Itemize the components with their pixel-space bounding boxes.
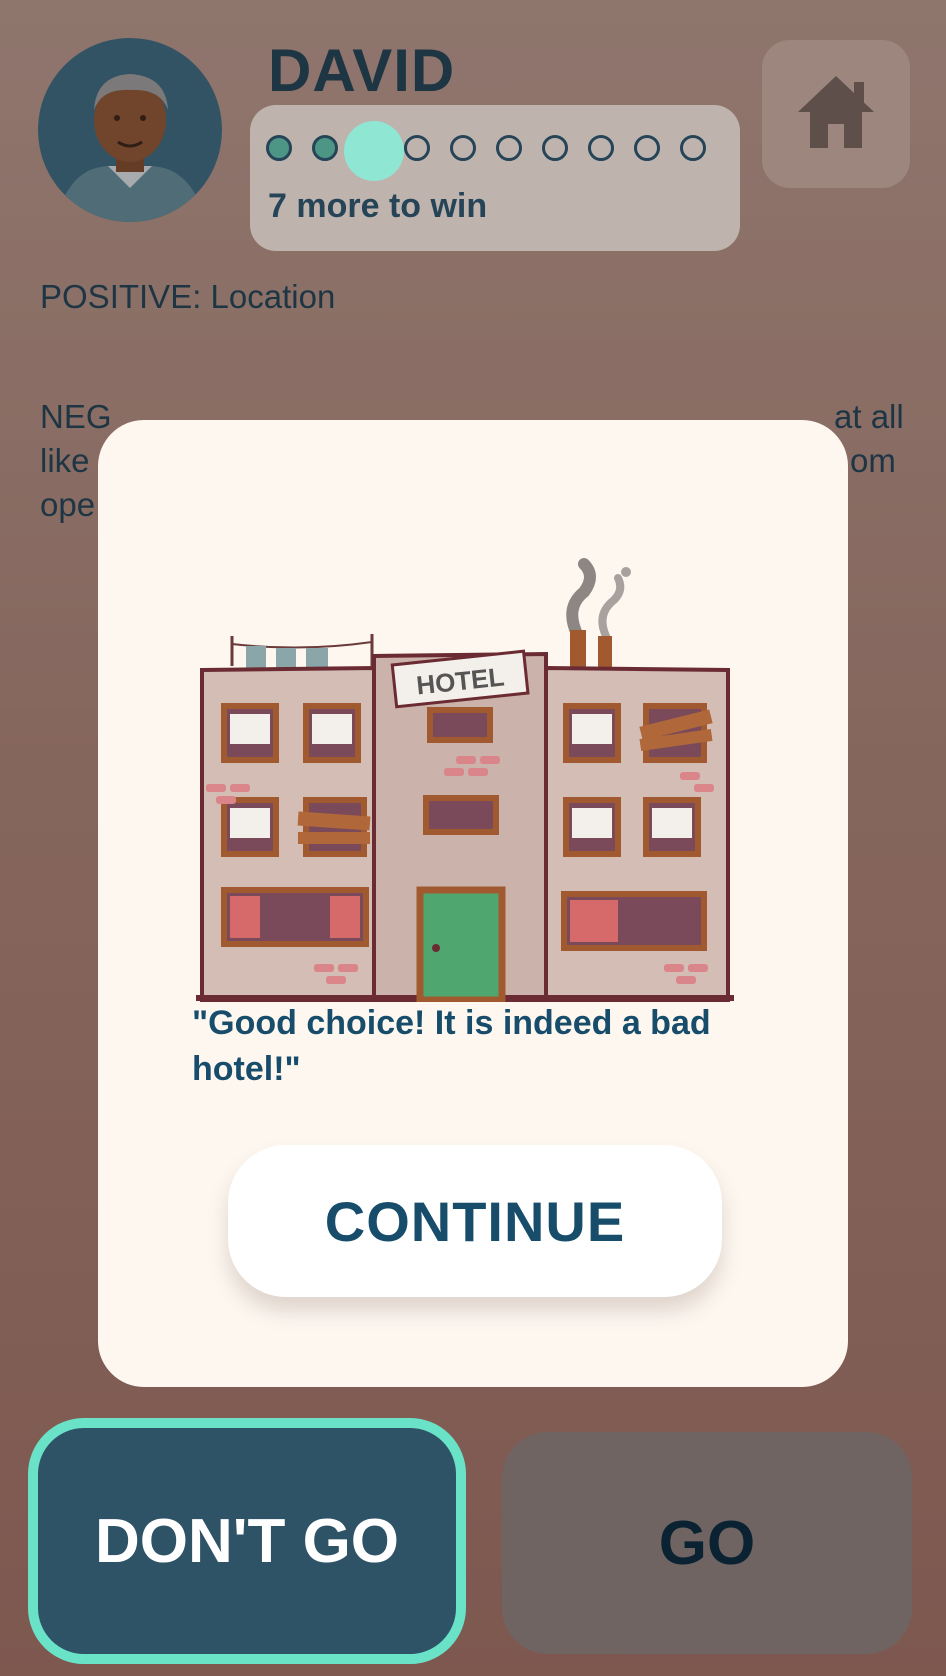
game-screen: DAVID 7 more to win POSITIVE: Location N… [0,0,946,1676]
bad-hotel-illustration: HOTEL [194,528,750,1004]
go-button[interactable]: GO [502,1432,912,1654]
feedback-modal: HOTEL "Good choice! It is indeed a bad h… [98,420,848,1387]
progress-dot-3 [344,121,404,181]
feedback-message: "Good choice! It is indeed a bad hotel!" [192,1004,711,1088]
continue-button[interactable]: CONTINUE [228,1145,722,1297]
dont-go-button[interactable]: DON'T GO [28,1418,466,1664]
